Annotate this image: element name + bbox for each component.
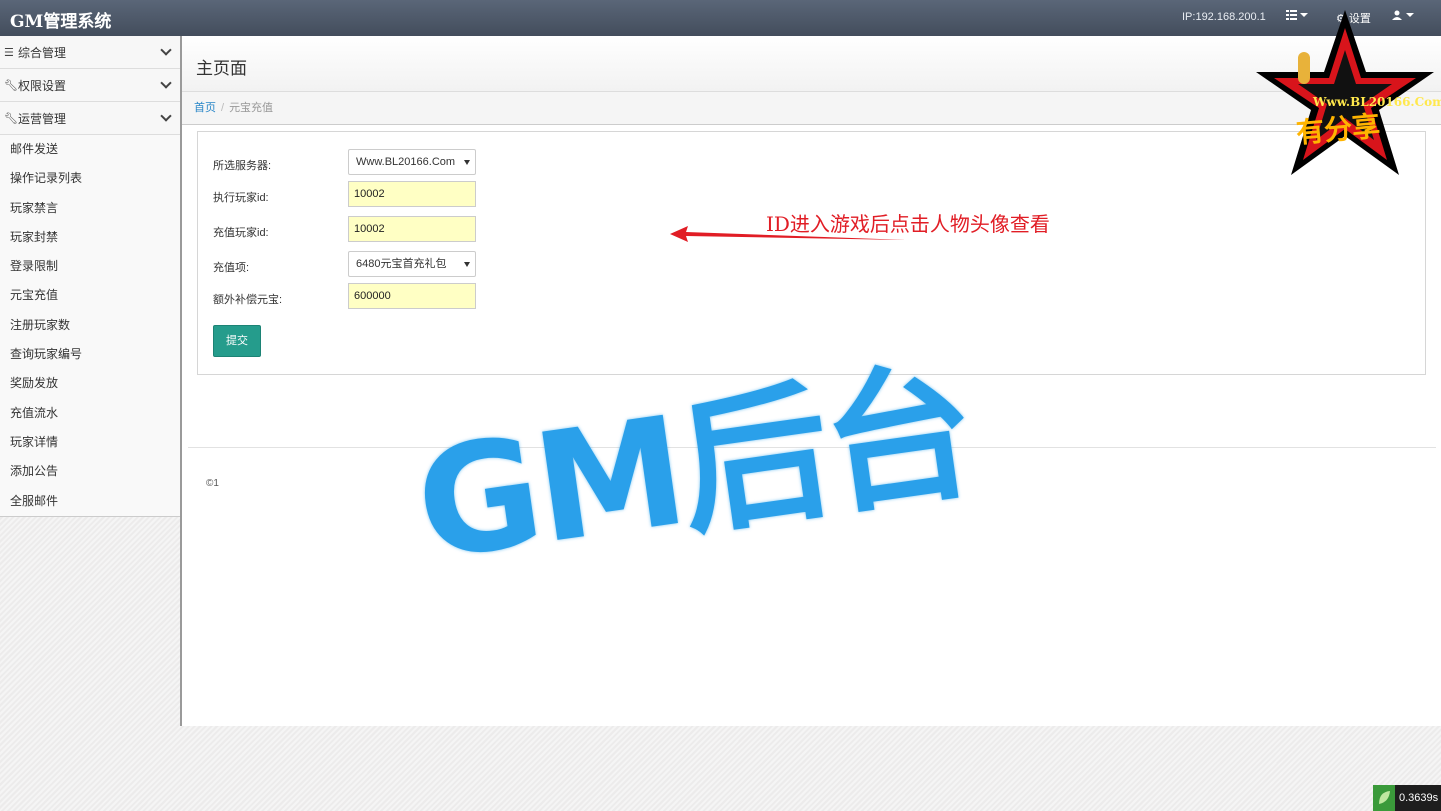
copyright: ©1 [206,478,219,489]
load-time-value: 0.3639s [1399,792,1439,804]
chevron-down-icon [160,44,172,56]
sidebar-group-permissions[interactable]: 🔧︎ 权限设置 [0,69,180,102]
sidebar-group-label: 权限设置 [18,78,67,93]
server-row: 所选服务器: Www.BL20166.Com [213,149,513,175]
app-title[interactable]: GM管理系统 [10,7,111,32]
recharge-player-label: 充值玩家id: [213,227,269,239]
sidebar-group-label: 运营管理 [18,111,67,126]
leaf-icon [1373,785,1395,811]
sidebar-item-operation-log[interactable]: 操作记录列表 [0,164,180,193]
recharge-item-select[interactable]: 6480元宝首充礼包 [348,251,476,277]
select-arrow-icon [464,262,470,267]
breadcrumb-current: 元宝充值 [229,102,274,114]
wrench-icon: 🔧︎ [4,79,18,92]
sidebar-item-player-details[interactable]: 玩家详情 [0,428,180,457]
recharge-player-row: 充值玩家id: 10002 [213,216,513,242]
server-select-value: Www.BL20166.Com [356,156,456,168]
sidebar-item-recharge-flow[interactable]: 充值流水 [0,399,180,428]
chevron-down-icon [160,110,172,122]
exec-player-row: 执行玩家id: 10002 [213,181,513,207]
breadcrumb-separator: / [221,102,225,114]
recharge-item-row: 充值项: 6480元宝首充礼包 [213,251,513,277]
sidebar-group-operations[interactable]: 🔧︎ 运营管理 [0,102,180,135]
sidebar-item-mute-player[interactable]: 玩家禁言 [0,194,180,223]
wrench-icon: 🔧︎ [4,112,18,125]
stack-icon: ☰ [4,46,14,59]
sidebar-item-reward-grant[interactable]: 奖励发放 [0,369,180,398]
extra-yuanbao-input[interactable]: 600000 [348,283,476,309]
sidebar-group-general[interactable]: ☰ 综合管理 [0,36,180,69]
sidebar: ☰ 综合管理 🔧︎ 权限设置 🔧︎ 运营管理 邮件发送 操作记录列表 玩家禁言 … [0,36,180,517]
exec-player-id-input[interactable]: 10002 [348,181,476,207]
recharge-player-id-input[interactable]: 10002 [348,216,476,242]
load-timer: 0.3639s [1373,785,1441,811]
extra-yuanbao-row: 额外补偿元宝: 600000 [213,283,513,309]
breadcrumb: 首页 / 元宝充值 [182,92,1441,125]
page-title: 主页面 [196,59,247,78]
annotation-hint: ID进入游戏后点击人物头像查看 [766,212,1050,236]
sidebar-item-registered-players[interactable]: 注册玩家数 [0,311,180,340]
sidebar-item-ban-player[interactable]: 玩家封禁 [0,223,180,252]
sidebar-item-mail-send[interactable]: 邮件发送 [0,135,180,164]
logo-text: 有分享 [1294,109,1382,150]
sidebar-item-server-mail[interactable]: 全服邮件 [0,487,180,516]
recharge-item-label: 充值项: [213,262,250,274]
server-label: 所选服务器: [213,160,272,172]
sidebar-item-add-notice[interactable]: 添加公告 [0,457,180,486]
exec-player-label: 执行玩家id: [213,192,269,204]
sidebar-item-login-limit[interactable]: 登录限制 [0,252,180,281]
sidebar-item-query-player-id[interactable]: 查询玩家编号 [0,340,180,369]
chevron-down-icon [160,77,172,89]
extra-yuanbao-label: 额外补偿元宝: [213,294,283,306]
select-arrow-icon [464,160,470,165]
recharge-item-select-value: 6480元宝首充礼包 [356,258,447,270]
breadcrumb-home-link[interactable]: 首页 [194,102,216,114]
server-ip: IP:192.168.200.1 [1182,11,1266,23]
sidebar-group-label: 综合管理 [18,45,67,60]
server-select[interactable]: Www.BL20166.Com [348,149,476,175]
top-navbar: GM管理系统 IP:192.168.200.1 ⚙ 设置 [0,0,1441,36]
submit-button[interactable]: 提交 [213,325,261,357]
sidebar-item-yuanbao-recharge[interactable]: 元宝充值 [0,281,180,310]
page-header: 主页面 [182,36,1441,92]
